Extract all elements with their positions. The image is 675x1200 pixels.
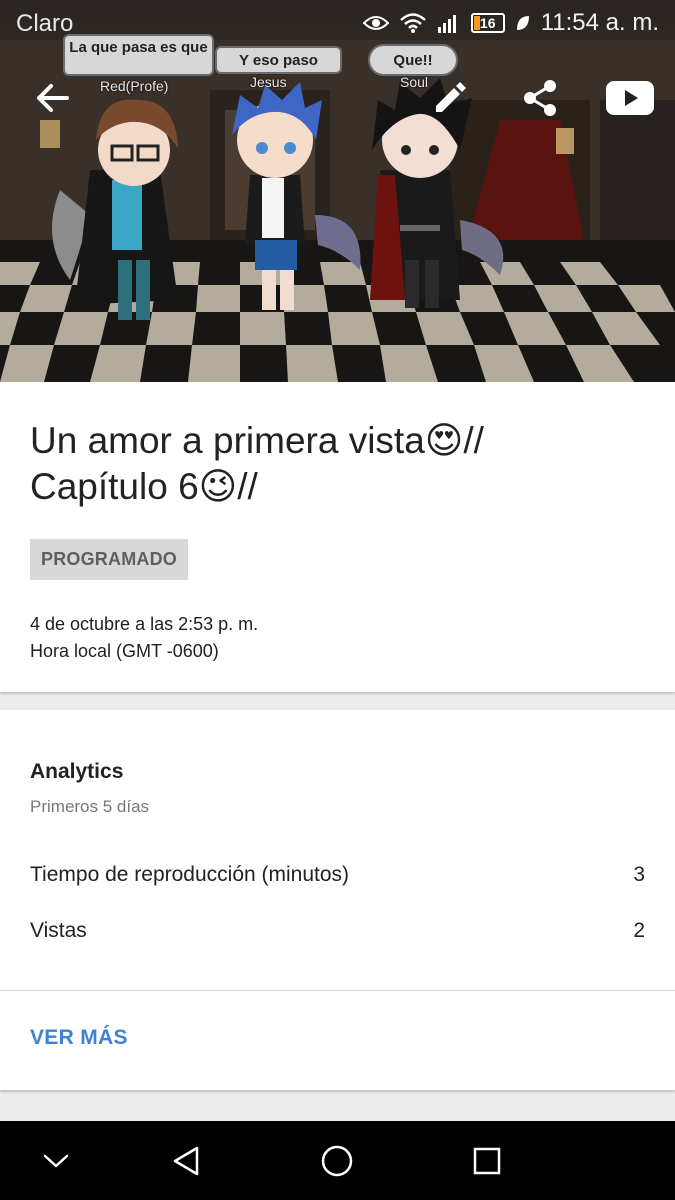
nav-back-button[interactable] [164, 1139, 208, 1183]
analytics-title: Analytics [30, 760, 124, 783]
character-name-label: Jesus [250, 74, 287, 90]
see-more-button[interactable]: VER MÁS [30, 1026, 128, 1050]
leaf-icon [516, 16, 529, 30]
divider [0, 990, 675, 991]
status-icons: 16 11:54 a. m. [362, 8, 659, 38]
signal-icon [437, 15, 456, 33]
home-circle-icon [321, 1145, 353, 1177]
collapse-chevron-icon [43, 1154, 69, 1168]
schedule-timezone: Hora local (GMT -0600) [30, 641, 219, 661]
speech-bubble-2: Y eso paso [215, 46, 342, 74]
character-name-label: Red(Profe) [100, 78, 169, 94]
speech-bubble-3: Que!! [368, 44, 458, 76]
pencil-icon [436, 82, 466, 112]
share-button[interactable] [516, 74, 564, 122]
battery-icon: 16 [470, 13, 505, 33]
collapse-button[interactable] [34, 1139, 78, 1183]
status-badge: PROGRAMADO [30, 539, 188, 580]
status-time: 11:54 a. m. [540, 9, 659, 36]
youtube-icon [606, 81, 654, 115]
speech-bubble-text: Y eso paso [239, 52, 318, 69]
video-title: Un amor a primera vista😍// Capítulo 6😉// [30, 420, 484, 507]
speech-bubble-text: Que!! [393, 52, 433, 69]
edit-button[interactable] [426, 74, 474, 122]
schedule-date: 4 de octubre a las 2:53 p. m. [30, 614, 259, 634]
back-button[interactable] [28, 74, 76, 122]
nav-home-button[interactable] [315, 1139, 359, 1183]
system-nav-bar [0, 1121, 675, 1200]
metric-value: 3 [633, 863, 645, 886]
status-bar: Claro 16 11:54 a. m. [0, 0, 675, 46]
youtube-button[interactable] [604, 74, 656, 122]
nav-recents-button[interactable] [465, 1139, 509, 1183]
analytics-subtitle: Primeros 5 días [30, 797, 150, 816]
recents-square-icon [473, 1147, 501, 1175]
eye-icon [362, 16, 389, 30]
wifi-icon [399, 13, 426, 33]
arrow-back-icon [37, 84, 69, 112]
battery-level: 16 [479, 15, 496, 31]
metric-label: Vistas [30, 919, 87, 942]
back-triangle-icon [173, 1146, 199, 1176]
share-icon [524, 80, 556, 116]
character-name-label: Soul [400, 74, 429, 90]
carrier-name: Claro [16, 10, 74, 37]
video-thumbnail[interactable]: La que pasa es que Red(Profe) Y eso paso… [0, 0, 675, 382]
metric-value: 2 [633, 919, 645, 942]
metric-label: Tiempo de reproducción (minutos) [30, 863, 350, 886]
